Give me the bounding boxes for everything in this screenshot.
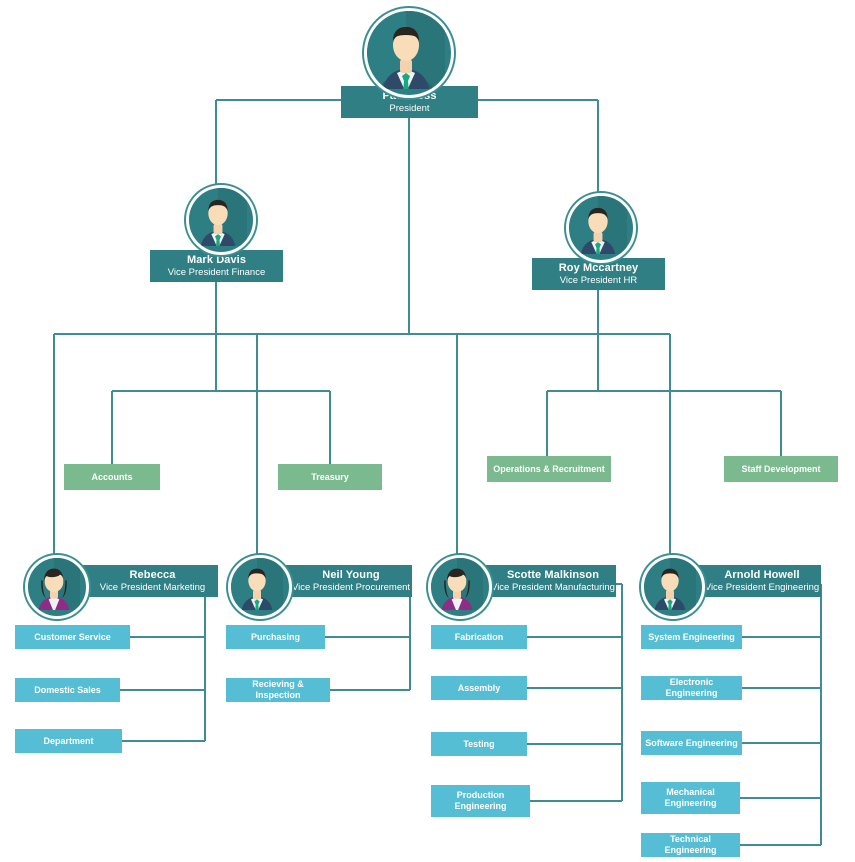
male-avatar (186, 185, 256, 255)
vp-finance-name: Mark Davis (186, 253, 247, 266)
vp-hr-title: Vice President HR (559, 274, 638, 286)
vp-hr-name: Roy Mccartney (558, 261, 639, 274)
president-title: President (389, 102, 430, 114)
unit-software-engineering[interactable]: Software Engineering (641, 731, 742, 755)
vp-engineering-title: Vice President Engineering (704, 581, 820, 593)
vp-marketing-title: Vice President Marketing (99, 581, 206, 593)
unit-production-engineering[interactable]: Production Engineering (431, 785, 530, 817)
unit-department[interactable]: Department (15, 729, 122, 753)
unit-system-engineering[interactable]: System Engineering (641, 625, 742, 649)
male-avatar-icon (231, 558, 283, 610)
male-avatar-icon (367, 11, 445, 89)
department-operations-recruitment[interactable]: Operations & Recruitment (487, 456, 611, 482)
unit-domestic-sales[interactable]: Domestic Sales (15, 678, 120, 702)
unit-electronic-engineering[interactable]: Electronic Engineering (641, 676, 742, 700)
org-chart: Paul Ross President Mark Davis Vice Pres… (0, 0, 855, 862)
vp-finance-title: Vice President Finance (167, 266, 266, 278)
male-avatar (364, 8, 454, 98)
unit-assembly[interactable]: Assembly (431, 676, 527, 700)
female-avatar-icon (431, 558, 483, 610)
vp-engineering-name: Arnold Howell (724, 568, 800, 581)
vp-manufacturing-title: Vice President Manufacturing (491, 581, 615, 593)
male-avatar (566, 193, 636, 263)
male-avatar (641, 555, 705, 619)
female-avatar (25, 555, 89, 619)
male-avatar-icon (189, 188, 247, 246)
vp-procurement-title: Vice President Procurement (291, 581, 411, 593)
department-staff-development[interactable]: Staff Development (724, 456, 838, 482)
unit-mechanical-engineering[interactable]: Mechanical Engineering (641, 782, 740, 814)
female-avatar-icon (28, 558, 80, 610)
unit-fabrication[interactable]: Fabrication (431, 625, 527, 649)
vp-procurement-name: Neil Young (322, 568, 380, 581)
vp-marketing-name: Rebecca (129, 568, 176, 581)
unit-recieving-inspection[interactable]: Recieving & Inspection (226, 678, 330, 702)
male-avatar-icon (644, 558, 696, 610)
unit-customer-service[interactable]: Customer Service (15, 625, 130, 649)
male-avatar (228, 555, 292, 619)
unit-testing[interactable]: Testing (431, 732, 527, 756)
unit-purchasing[interactable]: Purchasing (226, 625, 325, 649)
department-accounts[interactable]: Accounts (64, 464, 160, 490)
department-treasury[interactable]: Treasury (278, 464, 382, 490)
unit-technical-engineering[interactable]: Technical Engineering (641, 833, 740, 857)
vp-manufacturing-name: Scotte Malkinson (506, 568, 600, 581)
male-avatar-icon (569, 196, 627, 254)
female-avatar (428, 555, 492, 619)
